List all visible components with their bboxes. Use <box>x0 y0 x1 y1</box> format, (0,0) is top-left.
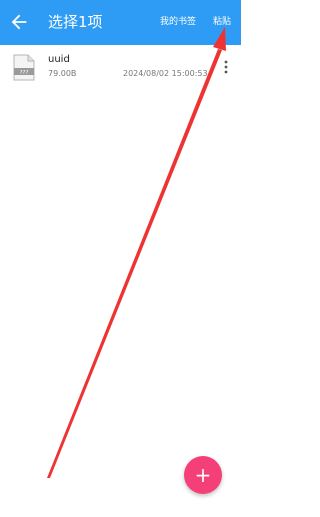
paste-button[interactable]: 粘贴 <box>213 16 231 28</box>
more-options-icon[interactable] <box>220 58 232 76</box>
unknown-file-icon: ??? <box>13 54 35 81</box>
annotation-arrow-shaft <box>47 49 222 478</box>
file-name: uuid <box>48 54 70 65</box>
bookmarks-button[interactable]: 我的书签 <box>160 16 196 28</box>
file-modified-date: 2024/08/02 15:00:53 <box>123 69 208 78</box>
file-list-item[interactable]: ??? uuid 79.00B 2024/08/02 15:00:53 <box>0 45 241 91</box>
back-arrow-icon[interactable] <box>8 11 30 33</box>
file-size: 79.00B <box>48 69 77 78</box>
page-title: 选择1项 <box>48 13 103 31</box>
add-fab-button[interactable]: + <box>184 456 222 494</box>
app-bar: 选择1项 我的书签 粘贴 <box>0 0 241 45</box>
svg-text:???: ??? <box>20 70 29 76</box>
